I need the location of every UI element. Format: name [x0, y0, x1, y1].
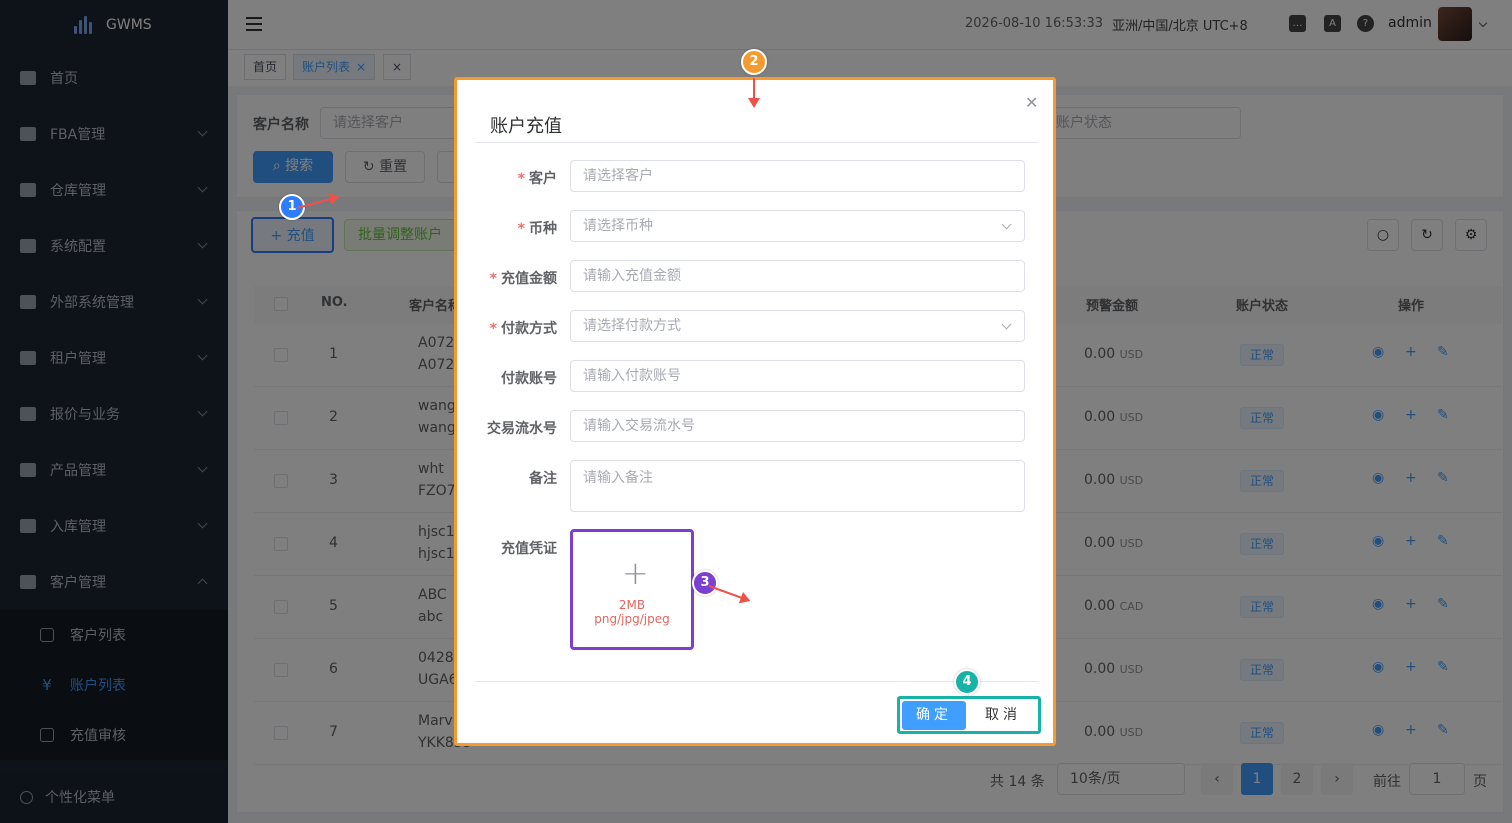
pay-method-label: * 付款方式	[457, 318, 557, 338]
confirm-button[interactable]: 确定	[902, 701, 966, 730]
plus-icon: +	[622, 554, 649, 592]
currency-select[interactable]: 请选择币种	[570, 210, 1025, 242]
pay-method-label-text: 付款方式	[501, 321, 557, 337]
required-mark: *	[489, 321, 497, 337]
amount-label-text: 充值金额	[501, 271, 557, 287]
customer-label-text: 客户	[529, 171, 557, 187]
annotation-marker-2: 2	[741, 49, 767, 75]
cancel-button[interactable]: 取消	[970, 701, 1036, 730]
amount-label: * 充值金额	[457, 268, 557, 288]
close-icon[interactable]: ✕	[1025, 93, 1038, 112]
dialog-title: 账户充值	[490, 116, 562, 137]
currency-placeholder: 请选择币种	[583, 218, 653, 234]
dialog-footer: 确定 取消	[897, 696, 1041, 734]
txn-no-label: 交易流水号	[487, 421, 557, 437]
remark-label: 备注	[529, 471, 557, 487]
chevron-down-icon	[1001, 319, 1012, 330]
pay-account-label: 付款账号	[501, 371, 557, 387]
annotation-arrow-2	[753, 78, 755, 106]
currency-label: * 币种	[457, 218, 557, 238]
annotation-marker-4: 4	[954, 669, 980, 695]
required-mark: *	[517, 221, 525, 237]
currency-label-text: 币种	[529, 221, 557, 237]
voucher-label: 充值凭证	[501, 541, 557, 557]
customer-label: * 客户	[457, 168, 557, 188]
recharge-dialog: 账户充值 ✕ * 客户 请选择客户 * 币种 请选择币种 * 充值金额 请输入充值金额…	[454, 77, 1056, 746]
annotation-marker-3: 3	[692, 570, 718, 596]
required-mark: *	[489, 271, 497, 287]
divider	[475, 142, 1039, 143]
txn-no-input[interactable]: 请输入交易流水号	[570, 410, 1025, 442]
amount-input[interactable]: 请输入充值金额	[570, 260, 1025, 292]
voucher-upload[interactable]: + 2MB png/jpg/jpeg	[570, 529, 694, 650]
remark-textarea[interactable]: 请输入备注	[570, 460, 1025, 512]
upload-type-hint: png/jpg/jpeg	[594, 612, 670, 626]
required-mark: *	[517, 171, 525, 187]
pay-method-select[interactable]: 请选择付款方式	[570, 310, 1025, 342]
chevron-down-icon	[1001, 219, 1012, 230]
customer-select[interactable]: 请选择客户	[570, 160, 1025, 192]
pay-account-input[interactable]: 请输入付款账号	[570, 360, 1025, 392]
pay-method-placeholder: 请选择付款方式	[583, 318, 681, 334]
upload-size-hint: 2MB	[618, 598, 646, 612]
